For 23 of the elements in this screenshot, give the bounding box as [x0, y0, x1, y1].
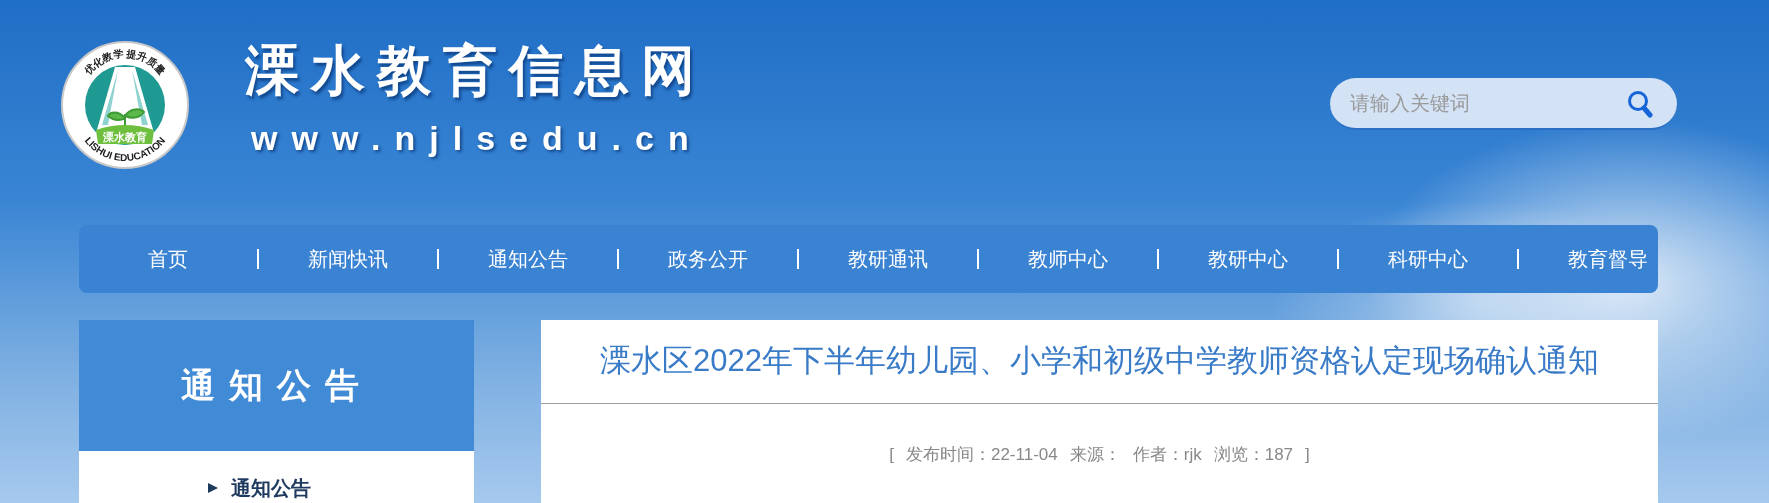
nav-link[interactable]: 教师中心	[979, 244, 1157, 274]
triangle-icon	[207, 482, 219, 494]
nav-link[interactable]: 教研通讯	[799, 244, 977, 274]
sidebar-title: 通知公告	[180, 365, 373, 406]
bracket: ]	[1305, 444, 1310, 466]
site-title: 溧水教育信息网	[245, 39, 707, 102]
meta-field: 作者：rjk	[1132, 442, 1202, 468]
article-title: 溧水区2022年下半年幼儿园、小学和初级中学教师资格认定现场确认通知	[600, 342, 1599, 381]
search-field[interactable]: 请输入关键词	[1330, 78, 1677, 130]
bracket: [	[889, 444, 894, 466]
site-url: www.njlsedu.cn	[251, 118, 704, 158]
meta-field: 发布时间：22-11-04	[905, 442, 1058, 468]
nav-link[interactable]: 通知公告	[439, 244, 617, 274]
meta-field: 来源：	[1069, 442, 1121, 468]
nav-link[interactable]: 教研中心	[1159, 244, 1337, 274]
sidebar-item[interactable]: 通知公告	[231, 473, 311, 503]
nav-link[interactable]: 新闻快讯	[259, 244, 437, 274]
nav-link[interactable]: 首页	[79, 244, 257, 274]
nav-link[interactable]: 科研中心	[1339, 244, 1517, 274]
nav-link[interactable]: 教育督导	[1519, 244, 1658, 274]
search-icon[interactable]	[1627, 90, 1653, 118]
meta-field: 浏览：187	[1213, 442, 1294, 468]
nav-link[interactable]: 政务公开	[619, 244, 797, 274]
